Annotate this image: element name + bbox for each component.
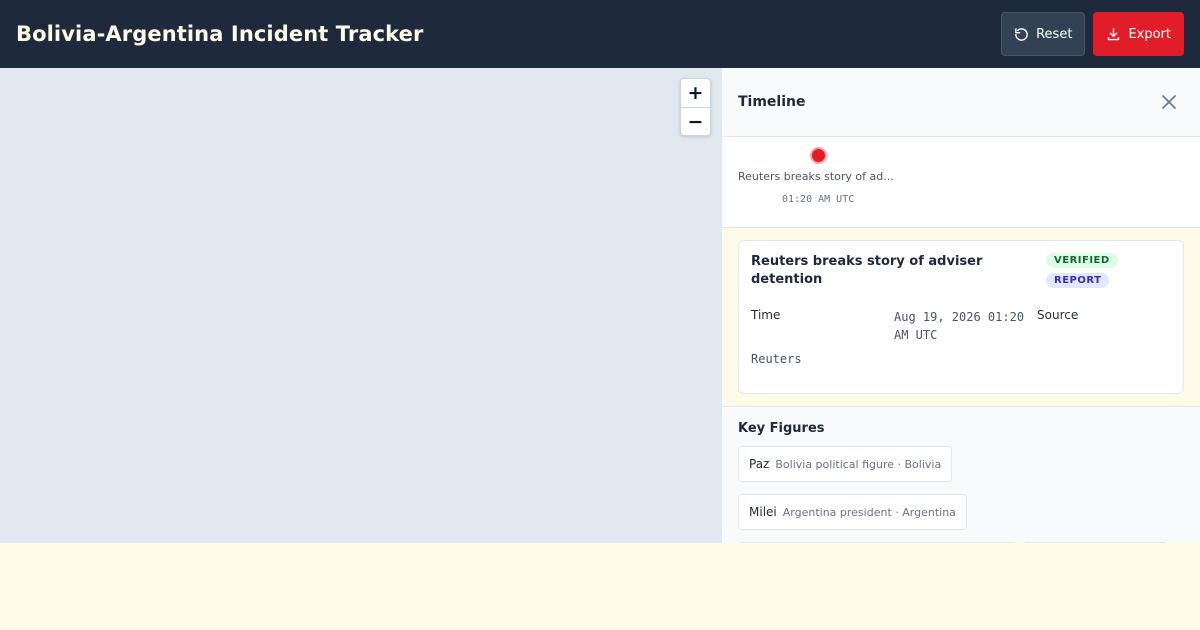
zoom-control: + − bbox=[680, 78, 711, 136]
export-button[interactable]: Export bbox=[1093, 12, 1184, 56]
map-canvas[interactable] bbox=[0, 68, 721, 543]
panel-title: Timeline bbox=[738, 94, 806, 110]
download-icon bbox=[1108, 27, 1120, 40]
reset-button[interactable]: Reset bbox=[1001, 12, 1086, 56]
timeline-event-time: 01:20 AM UTC bbox=[782, 194, 855, 205]
event-source-value: Reuters bbox=[751, 352, 802, 366]
timeline-panel: Timeline Reuters breaks story of ad... 0… bbox=[721, 68, 1200, 543]
event-source-label: Source bbox=[1037, 308, 1079, 322]
zoom-out-button[interactable]: − bbox=[681, 107, 710, 135]
key-figures-list: Paz Bolivia political figure · Bolivia M… bbox=[738, 446, 1178, 543]
timeline-track: Reuters breaks story of ad... 01:20 AM U… bbox=[722, 137, 1200, 228]
figure-name: Paz bbox=[749, 457, 770, 471]
figure-chip[interactable]: Paz Bolivia political figure · Bolivia bbox=[738, 446, 953, 482]
event-time-value: Aug 19, 2026 01:20 AM UTC bbox=[894, 310, 1025, 342]
event-title: Reuters breaks story of adviser detentio… bbox=[751, 254, 983, 287]
export-button-label: Export bbox=[1128, 26, 1171, 42]
timeline-event-dot[interactable] bbox=[810, 147, 827, 164]
timeline-event-label: Reuters breaks story of ad... bbox=[738, 170, 894, 183]
figure-role: Argentina president · Argentina bbox=[782, 505, 956, 519]
figure-name: Milei bbox=[749, 505, 777, 519]
header-actions: Reset Export bbox=[1001, 12, 1184, 56]
figure-role: Bolivia political figure · Bolivia bbox=[775, 457, 942, 471]
event-detail-card: Reuters breaks story of adviser detentio… bbox=[738, 240, 1184, 394]
reset-icon bbox=[1015, 27, 1028, 41]
key-figures-title: Key Figures bbox=[738, 421, 825, 436]
event-detail-section: Reuters breaks story of adviser detentio… bbox=[722, 228, 1200, 407]
figure-chip[interactable]: Milei Argentina president · Argentina bbox=[738, 494, 967, 530]
report-badge: REPORT bbox=[1046, 273, 1110, 288]
close-icon bbox=[1162, 95, 1176, 109]
app-title: Bolivia-Argentina Incident Tracker bbox=[16, 22, 424, 46]
app-header: Bolivia-Argentina Incident Tracker Reset… bbox=[0, 0, 1200, 68]
close-panel-button[interactable] bbox=[1157, 90, 1181, 114]
reset-button-label: Reset bbox=[1036, 26, 1073, 42]
event-badges: VERIFIED REPORT bbox=[1046, 253, 1118, 288]
event-time-label: Time bbox=[751, 308, 781, 322]
zoom-in-button[interactable]: + bbox=[681, 79, 710, 107]
key-figures-section: Key Figures Paz Bolivia political figure… bbox=[722, 407, 1200, 543]
panel-header: Timeline bbox=[722, 68, 1200, 137]
figure-chip-partial[interactable] bbox=[738, 542, 1017, 543]
verified-badge: VERIFIED bbox=[1046, 253, 1118, 268]
figure-chip-partial[interactable] bbox=[1023, 542, 1168, 543]
